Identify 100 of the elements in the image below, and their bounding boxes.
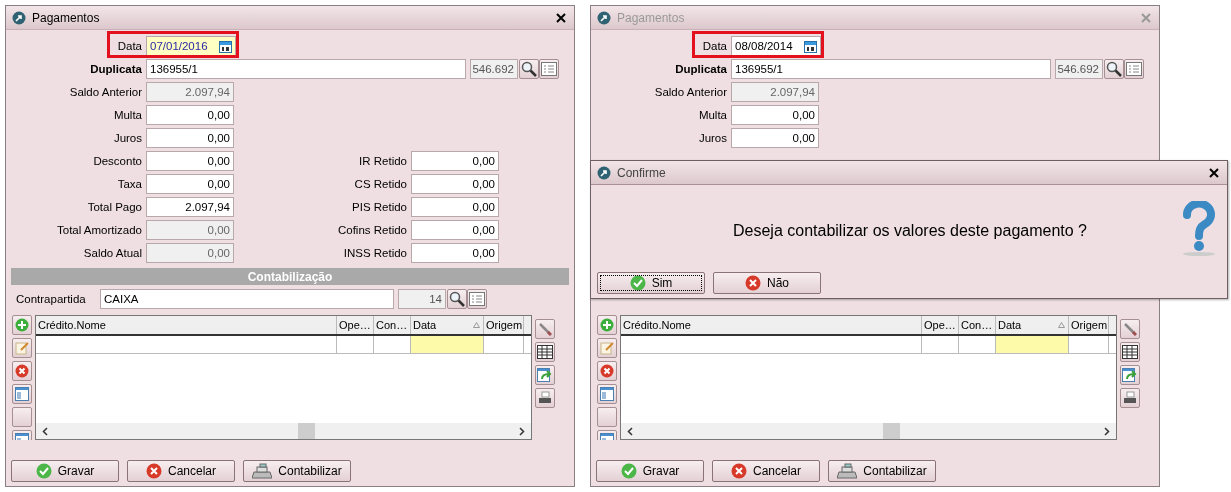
search-button[interactable] bbox=[519, 59, 539, 79]
search-icon bbox=[449, 291, 465, 307]
window-title: Pagamentos bbox=[617, 10, 686, 25]
sort-icon bbox=[1058, 322, 1065, 328]
toolbar-button[interactable] bbox=[1120, 342, 1140, 362]
app-logo-icon bbox=[597, 10, 611, 25]
column-header[interactable]: Data bbox=[411, 316, 484, 334]
column-header[interactable]: Con… bbox=[374, 316, 411, 334]
list-icon bbox=[541, 62, 557, 76]
check-icon bbox=[620, 463, 637, 479]
amount-field[interactable]: 0,00 bbox=[411, 243, 499, 263]
window-title: Pagamentos bbox=[32, 10, 101, 25]
close-icon[interactable] bbox=[556, 12, 566, 23]
toolbar-button[interactable] bbox=[535, 342, 555, 362]
amount-field[interactable]: 0,00 bbox=[411, 220, 499, 240]
calendar-icon[interactable] bbox=[219, 39, 232, 53]
app-logo-icon bbox=[12, 10, 26, 25]
table-icon bbox=[537, 345, 553, 359]
field-label: Cofins Retido bbox=[336, 224, 408, 236]
amount-field[interactable]: 0,00 bbox=[146, 151, 234, 171]
scroll-right-icon[interactable] bbox=[1104, 426, 1110, 436]
dialog-message: Deseja contabilizar os valores deste pagamento ? bbox=[732, 221, 1088, 240]
field-label: Saldo Anterior bbox=[68, 86, 143, 98]
column-header[interactable]: Ope… bbox=[337, 316, 374, 334]
export-icon bbox=[1122, 368, 1138, 382]
search-button[interactable] bbox=[447, 289, 467, 309]
amount-field[interactable]: 0,00 bbox=[146, 174, 234, 194]
table-icon bbox=[1122, 345, 1138, 359]
calendar-icon[interactable] bbox=[804, 39, 817, 53]
check-icon bbox=[35, 463, 52, 479]
list-icon bbox=[1126, 62, 1142, 76]
field-label: Desconto bbox=[92, 155, 143, 167]
details-button[interactable] bbox=[467, 289, 487, 309]
scroll-thumb[interactable] bbox=[298, 423, 315, 439]
plus-icon bbox=[600, 318, 614, 332]
amount-field[interactable]: 0,00 bbox=[731, 105, 819, 125]
cancel-button[interactable]: Cancelar bbox=[127, 460, 235, 482]
close-icon[interactable] bbox=[1209, 167, 1219, 178]
amount-field[interactable]: 0,00 bbox=[411, 151, 499, 171]
text-field[interactable]: CAIXA bbox=[100, 289, 394, 309]
cancel-button[interactable]: Cancelar bbox=[712, 460, 820, 482]
field-label: INSS Retido bbox=[342, 247, 408, 259]
toolbar-button[interactable] bbox=[1120, 388, 1140, 408]
amount-field[interactable]: 0,00 bbox=[411, 197, 499, 217]
code-field: 14 bbox=[398, 289, 446, 309]
column-header[interactable]: Con… bbox=[959, 316, 996, 334]
date-field[interactable]: 07/01/2016 bbox=[146, 36, 236, 56]
delete-icon bbox=[600, 364, 614, 378]
column-header[interactable]: Crédito.Nome bbox=[36, 316, 337, 334]
confirm-button[interactable]: Sim bbox=[597, 272, 705, 294]
printer-icon bbox=[1123, 391, 1137, 405]
table-cell[interactable] bbox=[996, 336, 1069, 353]
column-header[interactable]: Data bbox=[996, 316, 1069, 334]
post-button[interactable]: Contabilizar bbox=[243, 460, 351, 482]
search-button[interactable] bbox=[1104, 59, 1124, 79]
column-header[interactable]: Origem bbox=[484, 316, 524, 334]
amount-field[interactable]: 0,00 bbox=[146, 105, 234, 125]
amount-field[interactable]: 0,00 bbox=[146, 128, 234, 148]
details-button[interactable] bbox=[1124, 59, 1144, 79]
wrench-icon bbox=[1123, 322, 1137, 336]
amount-field[interactable]: 0,00 bbox=[411, 174, 499, 194]
field-label: Duplicata bbox=[89, 63, 143, 75]
note-icon bbox=[15, 341, 29, 355]
column-header[interactable]: Ope… bbox=[922, 316, 959, 334]
table-cell[interactable] bbox=[411, 336, 484, 353]
confirm-button[interactable]: Gravar bbox=[11, 460, 119, 482]
cancel-button[interactable]: Não bbox=[713, 272, 821, 294]
field-label: PIS Retido bbox=[351, 201, 408, 213]
amount-field[interactable]: 0,00 bbox=[731, 128, 819, 148]
search-icon bbox=[521, 61, 537, 77]
column-header[interactable]: Crédito.Nome bbox=[621, 316, 922, 334]
post-button[interactable]: Contabilizar bbox=[828, 460, 936, 482]
date-field[interactable]: 08/08/2014 bbox=[731, 36, 821, 56]
field-label: Multa bbox=[697, 109, 728, 121]
details-button[interactable] bbox=[539, 59, 559, 79]
confirm-button[interactable]: Gravar bbox=[596, 460, 704, 482]
column-header[interactable]: Origem bbox=[1069, 316, 1109, 334]
note-icon bbox=[600, 341, 614, 355]
text-field[interactable]: 136955/1 bbox=[731, 59, 1051, 79]
cash-register-icon bbox=[252, 463, 273, 479]
field-label: Saldo Anterior bbox=[653, 86, 728, 98]
scroll-left-icon[interactable] bbox=[627, 426, 633, 436]
scroll-right-icon[interactable] bbox=[519, 426, 525, 436]
sort-icon bbox=[473, 322, 480, 328]
dialog-title: Confirme bbox=[617, 165, 667, 180]
field-label: Multa bbox=[112, 109, 143, 121]
amount-field: 2.097,94 bbox=[146, 82, 234, 102]
field-label: Total Amortizado bbox=[56, 224, 143, 236]
scroll-left-icon[interactable] bbox=[42, 426, 48, 436]
cancel-icon bbox=[731, 463, 747, 479]
export-icon bbox=[537, 368, 553, 382]
horizontal-scrollbar[interactable] bbox=[621, 423, 1116, 439]
printer-icon bbox=[538, 391, 552, 405]
amount-field[interactable]: 2.097,94 bbox=[146, 197, 234, 217]
scroll-thumb[interactable] bbox=[883, 423, 900, 439]
amount-field: 0,00 bbox=[146, 220, 234, 240]
field-label: IR Retido bbox=[358, 155, 408, 167]
text-field[interactable]: 136955/1 bbox=[146, 59, 466, 79]
horizontal-scrollbar[interactable] bbox=[36, 423, 531, 439]
toolbar-button[interactable] bbox=[535, 388, 555, 408]
